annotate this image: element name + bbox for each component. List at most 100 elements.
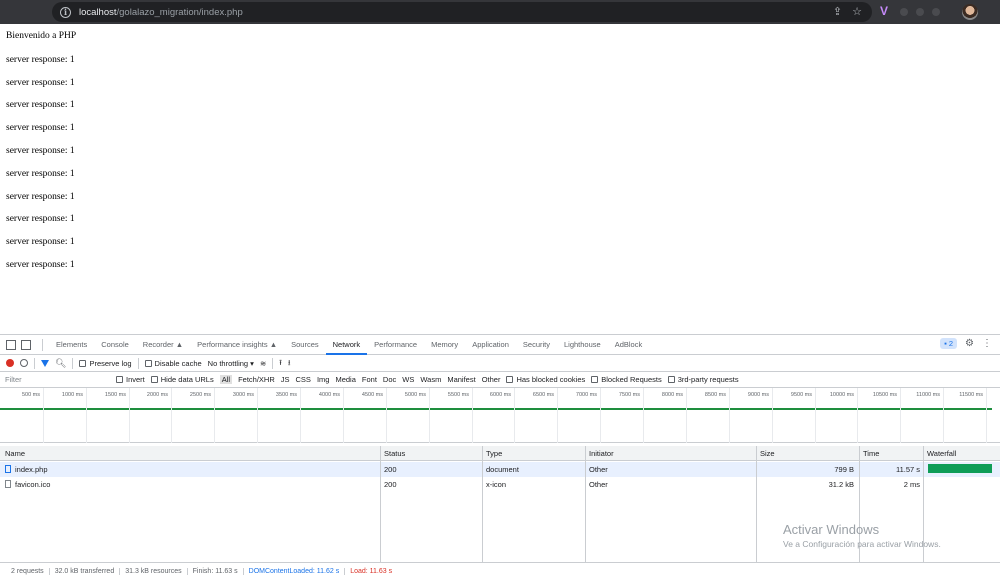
timeline-tick-label: 11500 ms — [959, 392, 983, 398]
info-icon[interactable]: i — [60, 6, 71, 18]
welcome-text: Bienvenido a PHP — [6, 31, 77, 41]
bookmark-star-icon[interactable]: ☆ — [852, 5, 862, 18]
upload-icon[interactable]: ⭱ — [279, 357, 282, 370]
type-filter-all[interactable]: All — [219, 375, 233, 384]
col-header-status[interactable]: Status — [384, 449, 405, 458]
server-response-line: server response: 1 — [6, 55, 75, 65]
request-time: 2 ms — [903, 480, 920, 489]
type-filter-img[interactable]: Img — [317, 375, 330, 384]
tab-network[interactable]: Network — [325, 335, 368, 355]
tab-security[interactable]: Security — [516, 335, 557, 355]
col-header-waterfall[interactable]: Waterfall — [927, 449, 956, 458]
type-filter-fetch-xhr[interactable]: Fetch/XHR — [238, 375, 275, 384]
summary-resources: 31.3 kB resources — [120, 568, 188, 575]
request-initiator: Other — [589, 465, 608, 474]
network-toolbar: 🔍︎ Preserve log Disable cache No throttl… — [0, 355, 1000, 372]
extension-icon[interactable] — [932, 8, 940, 16]
download-icon[interactable]: ⭳ — [288, 357, 291, 370]
timeline-tick-label: 1500 ms — [104, 392, 126, 398]
windows-activation-watermark: Activar Windows Ve a Configuración para … — [783, 522, 941, 549]
third-party-checkbox[interactable]: 3rd-party requests — [667, 375, 739, 384]
type-filter-wasm[interactable]: Wasm — [420, 375, 441, 384]
gear-icon[interactable]: ⚙ — [965, 338, 974, 349]
server-response-line: server response: 1 — [6, 214, 75, 224]
watermark-title: Activar Windows — [783, 522, 880, 537]
blocked-cookies-checkbox[interactable]: Has blocked cookies — [506, 375, 585, 384]
clear-icon[interactable] — [20, 359, 28, 367]
url-path: /golalazo_migration/index.php — [116, 6, 243, 18]
issues-count: 2 — [948, 339, 954, 348]
timeline-tick-label: 8500 ms — [704, 392, 726, 398]
tab-application[interactable]: Application — [465, 335, 516, 355]
inspect-element-icon[interactable] — [6, 339, 16, 350]
timeline-tick-label: 2000 ms — [146, 392, 168, 398]
timeline-tick-label: 500 ms — [21, 392, 40, 398]
timeline-tick-label: 2500 ms — [189, 392, 211, 398]
type-filter-font[interactable]: Font — [362, 375, 377, 384]
tab-recorder[interactable]: Recorder ▲ — [136, 335, 190, 355]
extension-v-icon[interactable]: V — [880, 4, 888, 18]
url-host: localhost — [79, 6, 117, 18]
url-text[interactable]: localhost/golalazo_migration/index.php — [79, 7, 243, 18]
blocked-requests-label: Blocked Requests — [601, 375, 662, 384]
share-icon[interactable]: ⇪ — [833, 5, 842, 18]
preserve-log-checkbox[interactable]: Preserve log — [79, 359, 132, 368]
invert-checkbox[interactable]: Invert — [116, 375, 145, 384]
filter-input[interactable]: Filter — [0, 375, 116, 384]
profile-avatar[interactable] — [962, 4, 978, 20]
nav-buttons — [0, 0, 52, 24]
type-filter-ws[interactable]: WS — [402, 375, 414, 384]
tab-adblock[interactable]: AdBlock — [608, 335, 650, 355]
filter-icon[interactable] — [41, 359, 49, 367]
wifi-icon[interactable]: ≋ — [260, 359, 266, 368]
timeline-tick-label: 10000 ms — [829, 392, 854, 398]
extension-icon[interactable] — [900, 8, 908, 16]
tab-lighthouse[interactable]: Lighthouse — [557, 335, 608, 355]
disable-cache-checkbox[interactable]: Disable cache — [144, 359, 202, 368]
type-filter-doc[interactable]: Doc — [383, 375, 396, 384]
type-filter-css[interactable]: CSS — [296, 375, 311, 384]
server-response-line: server response: 1 — [6, 192, 75, 202]
request-name: favicon.ico — [5, 480, 50, 489]
extension-icon[interactable] — [916, 8, 924, 16]
tab-performance[interactable]: Performance — [367, 335, 424, 355]
timeline-activity-line — [0, 408, 992, 410]
type-filter-manifest[interactable]: Manifest — [447, 375, 475, 384]
col-header-type[interactable]: Type — [486, 449, 502, 458]
device-toolbar-icon[interactable] — [21, 339, 31, 350]
type-filter-media[interactable]: Media — [335, 375, 355, 384]
blocked-requests-checkbox[interactable]: Blocked Requests — [591, 375, 662, 384]
hide-data-urls-checkbox[interactable]: Hide data URLs — [150, 375, 214, 384]
tab-elements[interactable]: Elements — [49, 335, 94, 355]
timeline-tick-label: 4500 ms — [361, 392, 383, 398]
table-row[interactable]: favicon.ico 200 x-icon Other 31.2 kB 2 m… — [0, 477, 1000, 492]
page-content: Bienvenido a PHP server response: 1 serv… — [6, 24, 996, 332]
throttling-select[interactable]: No throttling ▾ — [208, 359, 254, 368]
server-response-line: server response: 1 — [6, 260, 75, 270]
record-icon[interactable] — [6, 359, 14, 367]
table-row[interactable]: index.php 200 document Other 799 B 11.57… — [0, 462, 1000, 477]
tab-memory[interactable]: Memory — [424, 335, 465, 355]
col-header-name[interactable]: Name — [5, 449, 25, 458]
file-icon — [5, 480, 11, 488]
timeline-tick-label: 7500 ms — [618, 392, 640, 398]
timeline-tick-label: 3000 ms — [232, 392, 254, 398]
col-header-time[interactable]: Time — [863, 449, 879, 458]
type-filter-js[interactable]: JS — [281, 375, 290, 384]
server-response-line: server response: 1 — [6, 123, 75, 133]
col-header-size[interactable]: Size — [760, 449, 775, 458]
search-icon[interactable]: 🔍︎ — [55, 358, 66, 369]
tab-console[interactable]: Console — [94, 335, 136, 355]
summary-load: Load: 11.63 s — [350, 568, 393, 575]
col-header-initiator[interactable]: Initiator — [589, 449, 614, 458]
server-response-line: server response: 1 — [6, 169, 75, 179]
address-bar[interactable]: i localhost/golalazo_migration/index.php… — [52, 2, 872, 22]
tab-sources[interactable]: Sources — [284, 335, 326, 355]
tab-performance-insights[interactable]: Performance insights ▲ — [190, 335, 284, 355]
kebab-menu-icon[interactable]: ⋮ — [982, 338, 992, 349]
third-party-label: 3rd-party requests — [677, 375, 739, 384]
issues-badge[interactable]: ▪ 2 — [940, 338, 958, 349]
timeline-tick-label: 6500 ms — [532, 392, 554, 398]
type-filter-other[interactable]: Other — [482, 375, 501, 384]
network-overview-timeline[interactable]: 500 ms 1000 ms 1500 ms 2000 ms 2500 ms 3000 m… — [0, 388, 1000, 443]
